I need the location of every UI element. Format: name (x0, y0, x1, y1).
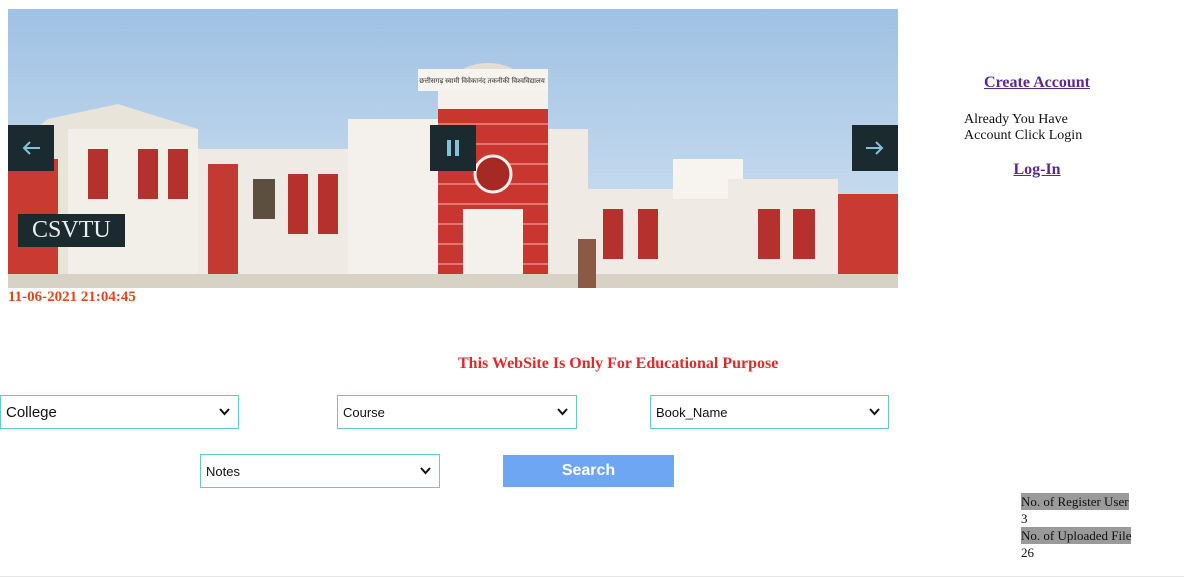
chevron-down-icon (419, 465, 431, 477)
college-select[interactable]: College (0, 395, 239, 429)
chevron-down-icon (218, 406, 230, 418)
search-button[interactable]: Search (503, 455, 674, 487)
uploaded-file-count: 26 (1021, 545, 1034, 560)
site-stats: No. of Register User 3 No. of Uploaded F… (1021, 493, 1132, 561)
arrow-right-icon (866, 141, 884, 155)
register-user-label: No. of Register User (1021, 493, 1129, 510)
chevron-down-icon (868, 406, 880, 418)
slider-caption: CSVTU (18, 214, 125, 247)
college-select-value: College (6, 403, 57, 421)
current-datetime: 11-06-2021 21:04:45 (8, 289, 136, 305)
building-sign-text: छत्तीसगढ़ स्वामी विवेकानंद तकनीकी विश्वव… (419, 76, 545, 85)
arrow-left-icon (22, 141, 40, 155)
slider-prev-button[interactable] (8, 125, 54, 171)
book-name-select-value: Book_Name (656, 404, 728, 420)
login-link[interactable]: Log-In (962, 161, 1112, 179)
already-account-text: Already You Have Account Click Login (964, 112, 1083, 143)
image-slider: छत्तीसगढ़ स्वामी विवेकानंद तकनीकी विश्वव… (8, 9, 898, 288)
book-name-select[interactable]: Book_Name (650, 395, 889, 429)
uploaded-file-label: No. of Uploaded File (1021, 527, 1132, 544)
create-account-link[interactable]: Create Account (962, 74, 1112, 92)
chevron-down-icon (556, 406, 568, 418)
educational-purpose-notice: This WebSite Is Only For Educational Pur… (458, 355, 779, 372)
slider-pause-button[interactable] (430, 125, 476, 171)
slider-next-button[interactable] (852, 125, 898, 171)
register-user-count: 3 (1021, 511, 1028, 526)
notes-select-value: Notes (206, 463, 240, 479)
course-select-value: Course (343, 404, 385, 420)
course-select[interactable]: Course (337, 395, 577, 429)
account-panel: Create Account Already You Have Account … (952, 74, 1112, 179)
notes-select[interactable]: Notes (200, 454, 440, 488)
pause-icon (447, 140, 459, 156)
